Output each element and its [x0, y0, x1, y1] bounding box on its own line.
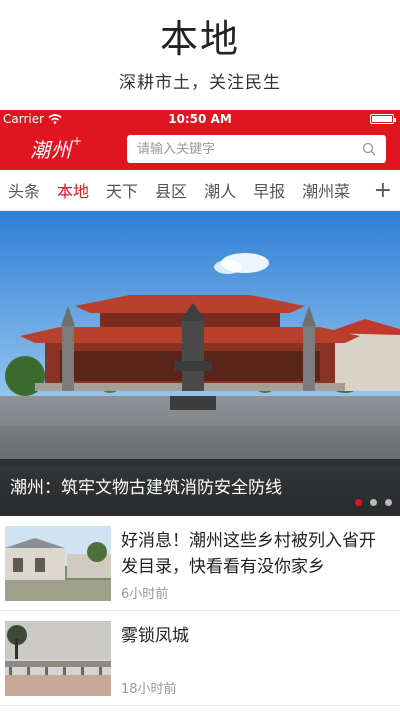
news-time: 6小时前: [121, 587, 169, 602]
battery-icon: [370, 114, 396, 124]
search-box[interactable]: [127, 135, 386, 163]
logo-text: 潮州: [30, 138, 72, 162]
app-logo[interactable]: 潮州+: [30, 134, 83, 163]
search-input[interactable]: [137, 141, 357, 157]
phone-screen: Carrier 10:50 AM 潮州+ 头条 本地 天下 县区 潮人 早报: [0, 110, 400, 715]
news-time: 18小时前: [121, 682, 177, 697]
carousel-dot[interactable]: [355, 499, 362, 506]
tab-world[interactable]: 天下: [98, 178, 138, 202]
news-list-item[interactable]: 雾锁凤城 18小时前: [0, 611, 400, 706]
category-tabs: 头条 本地 天下 县区 潮人 早报 潮州菜 +: [0, 170, 400, 211]
search-icon[interactable]: [362, 142, 376, 156]
tab-districts[interactable]: 县区: [147, 178, 187, 202]
news-thumbnail: [5, 621, 111, 696]
news-title: 好消息！潮州这些乡村被列入省开发目录，快看看有没你家乡: [121, 531, 376, 577]
tab-local[interactable]: 本地: [49, 178, 89, 202]
tab-cuisine[interactable]: 潮州菜: [294, 178, 350, 202]
app-header: 潮州+: [0, 128, 400, 170]
carousel-dot[interactable]: [385, 499, 392, 506]
tab-morning-news[interactable]: 早报: [245, 178, 285, 202]
news-title: 雾锁凤城: [121, 626, 189, 646]
promo-subtitle: 深耕市土，关注民生: [119, 73, 281, 93]
status-bar: Carrier 10:50 AM: [0, 110, 400, 128]
village-image: [5, 526, 111, 601]
news-list-item[interactable]: 好消息！潮州这些乡村被列入省开发目录，快看看有没你家乡 6小时前: [0, 516, 400, 611]
news-thumbnail: [5, 526, 111, 601]
tab-people[interactable]: 潮人: [196, 178, 236, 202]
banner-carousel[interactable]: 潮州：筑牢文物古建筑消防安全防线: [0, 211, 400, 516]
add-tab-button[interactable]: +: [369, 178, 392, 203]
logo-plus: +: [72, 134, 84, 148]
banner-caption: 潮州：筑牢文物古建筑消防安全防线: [0, 459, 400, 516]
foggy-river-image: [5, 621, 111, 696]
tab-headlines[interactable]: 头条: [0, 178, 40, 202]
carousel-indicator: [355, 499, 392, 506]
promo-title: 本地: [159, 17, 240, 61]
status-time: 10:50 AM: [168, 112, 232, 126]
carousel-dot[interactable]: [370, 499, 377, 506]
